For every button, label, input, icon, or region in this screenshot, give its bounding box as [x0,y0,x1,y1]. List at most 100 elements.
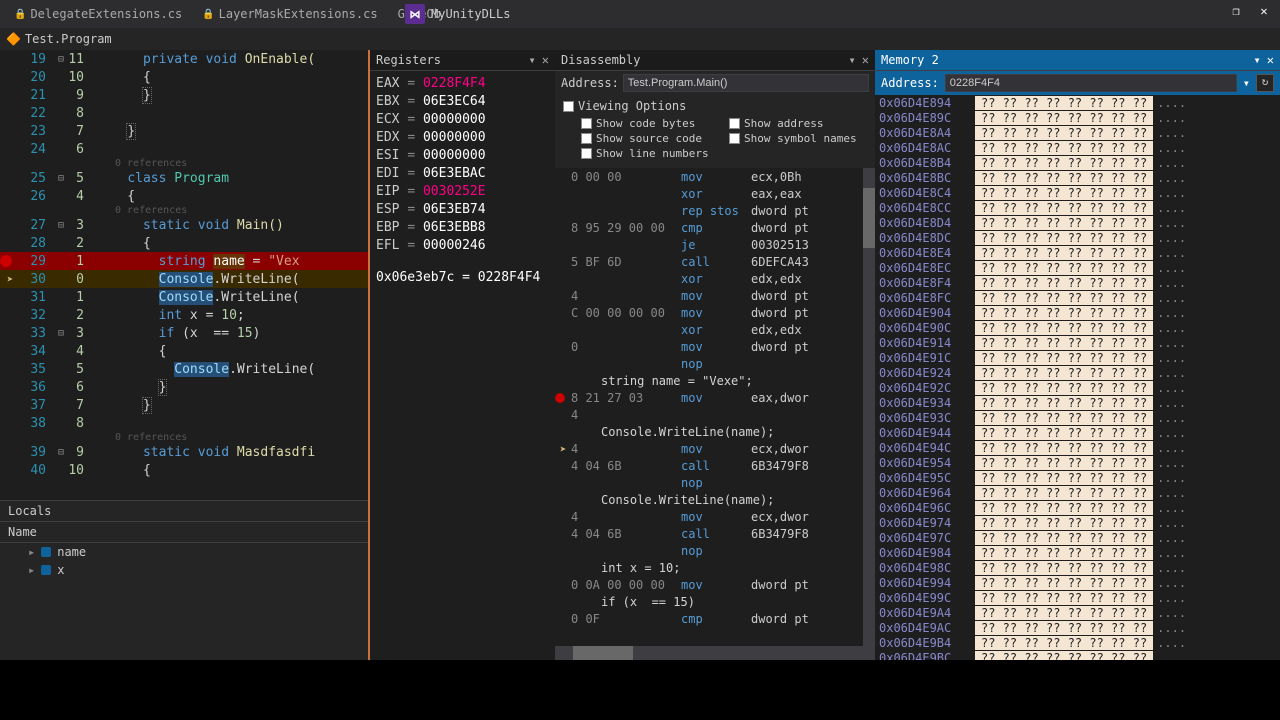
viewing-option-checkbox[interactable]: Show code bytes [581,117,719,130]
code-line[interactable]: 237 } [0,122,368,140]
document-tab[interactable]: 🔒LayerMaskExtensions.cs [192,3,387,25]
disasm-line[interactable]: 0 0A 00 00 00movdword pt [555,576,875,593]
memory-row[interactable]: 0x06D4E984?? ?? ?? ?? ?? ?? ?? ??.... [875,545,1280,560]
codelens-references[interactable]: 0 references [0,205,368,216]
code-line[interactable]: 311 Console.WriteLine( [0,288,368,306]
close-icon[interactable]: ✕ [1254,4,1274,18]
disasm-line[interactable]: nop [555,474,875,491]
code-line[interactable]: 4010 { [0,461,368,479]
disasm-line[interactable]: 8 21 27 03moveax,dwor [555,389,875,406]
code-line[interactable]: 388 [0,414,368,432]
disasm-line[interactable]: 0 0Fcmpdword pt [555,610,875,627]
code-line[interactable]: 27⊟3 static void Main() [0,216,368,234]
restore-icon[interactable]: ❐ [1226,4,1246,18]
disasm-line[interactable]: nop [555,542,875,559]
close-panel-icon[interactable]: ✕ [542,53,549,67]
memory-row[interactable]: 0x06D4E9B4?? ?? ?? ?? ?? ?? ?? ??.... [875,635,1280,650]
disasm-line[interactable]: xoreax,eax [555,185,875,202]
code-line[interactable]: 228 [0,104,368,122]
disasm-line[interactable]: 4movdword pt [555,287,875,304]
memory-row[interactable]: 0x06D4E89C?? ?? ?? ?? ?? ?? ?? ??.... [875,110,1280,125]
memory-body[interactable]: 0x06D4E894?? ?? ?? ?? ?? ?? ?? ??....0x0… [875,95,1280,660]
disasm-line[interactable]: 5 BF 6Dcall6DEFCA43 [555,253,875,270]
disasm-line[interactable]: rep stosdword pt [555,202,875,219]
viewing-option-checkbox[interactable]: Show address [729,117,867,130]
locals-column-name[interactable]: Name [0,522,368,543]
disasm-line[interactable]: string name = "Vexe"; [555,372,875,389]
memory-row[interactable]: 0x06D4E8EC?? ?? ?? ?? ?? ?? ?? ??.... [875,260,1280,275]
memory-row[interactable]: 0x06D4E8BC?? ?? ?? ?? ?? ?? ?? ??.... [875,170,1280,185]
codelens-references[interactable]: 0 references [0,432,368,443]
disasm-line[interactable]: Console.WriteLine(name); [555,491,875,508]
disasm-line[interactable]: int x = 10; [555,559,875,576]
memory-row[interactable]: 0x06D4E97C?? ?? ?? ?? ?? ?? ?? ??.... [875,530,1280,545]
locals-variable[interactable]: ▸x [0,561,368,579]
memory-row[interactable]: 0x06D4E964?? ?? ?? ?? ?? ?? ?? ??.... [875,485,1280,500]
code-line[interactable]: 377 } [0,396,368,414]
dropdown-icon[interactable]: ▾ [529,53,536,67]
memory-row[interactable]: 0x06D4E95C?? ?? ?? ?? ?? ?? ?? ??.... [875,470,1280,485]
horizontal-scrollbar[interactable] [555,646,875,660]
disasm-line[interactable]: je00302513 [555,236,875,253]
memory-row[interactable]: 0x06D4E8D4?? ?? ?? ?? ?? ?? ?? ??.... [875,215,1280,230]
code-line[interactable]: 264 { [0,187,368,205]
disasm-line[interactable]: if (x == 15) [555,593,875,610]
memory-row[interactable]: 0x06D4E954?? ?? ?? ?? ?? ?? ?? ??.... [875,455,1280,470]
breakpoint-icon[interactable] [555,393,565,403]
memory-row[interactable]: 0x06D4E8DC?? ?? ?? ?? ?? ?? ?? ??.... [875,230,1280,245]
dropdown-icon[interactable]: ▾ [849,53,856,67]
memory-row[interactable]: 0x06D4E8AC?? ?? ?? ?? ?? ?? ?? ??.... [875,140,1280,155]
memory-row[interactable]: 0x06D4E934?? ?? ?? ?? ?? ?? ?? ??.... [875,395,1280,410]
memory-row[interactable]: 0x06D4E974?? ?? ?? ?? ?? ?? ?? ??.... [875,515,1280,530]
refresh-button[interactable]: ↻ [1256,74,1274,92]
code-line[interactable]: 2010 { [0,68,368,86]
code-line[interactable]: 33⊟3 if (x == 15) [0,324,368,342]
close-panel-icon[interactable]: ✕ [1267,53,1274,67]
document-tab[interactable]: 🔒DelegateExtensions.cs [4,3,192,25]
memory-address-input[interactable] [945,74,1237,92]
code-editor[interactable]: 19⊟11 private void OnEnable(2010 {219 }2… [0,50,368,500]
disasm-line[interactable]: xoredx,edx [555,270,875,287]
viewing-option-checkbox[interactable]: Show source code [581,132,719,145]
memory-row[interactable]: 0x06D4E944?? ?? ?? ?? ?? ?? ?? ??.... [875,425,1280,440]
memory-row[interactable]: 0x06D4E8C4?? ?? ?? ?? ?? ?? ?? ??.... [875,185,1280,200]
memory-row[interactable]: 0x06D4E904?? ?? ?? ?? ?? ?? ?? ??.... [875,305,1280,320]
memory-row[interactable]: 0x06D4E8F4?? ?? ?? ?? ?? ?? ?? ??.... [875,275,1280,290]
disasm-line[interactable]: 0movdword pt [555,338,875,355]
memory-row[interactable]: 0x06D4E9BC?? ?? ?? ?? ?? ?? ?? ??.... [875,650,1280,660]
disassembly-body[interactable]: 0 00 00movecx,0Bhxoreax,eaxrep stosdword… [555,168,875,646]
code-line[interactable]: ➤300 Console.WriteLine( [0,270,368,288]
code-line[interactable]: 219 } [0,86,368,104]
code-line[interactable]: 246 [0,140,368,158]
memory-row[interactable]: 0x06D4E894?? ?? ?? ?? ?? ?? ?? ??.... [875,95,1280,110]
disasm-line[interactable]: Console.WriteLine(name); [555,423,875,440]
code-line[interactable]: 355 Console.WriteLine( [0,360,368,378]
code-line[interactable]: 322 int x = 10; [0,306,368,324]
breadcrumb[interactable]: Test.Program [25,32,112,46]
memory-row[interactable]: 0x06D4E8CC?? ?? ?? ?? ?? ?? ?? ??.... [875,200,1280,215]
code-line[interactable]: 25⊟5 class Program [0,169,368,187]
viewing-option-checkbox[interactable]: Show line numbers [581,147,719,160]
checkbox-icon[interactable] [563,101,574,112]
dropdown-icon[interactable]: ▾ [1254,53,1261,67]
code-line[interactable]: 282 { [0,234,368,252]
memory-row[interactable]: 0x06D4E9AC?? ?? ?? ?? ?? ?? ?? ??.... [875,620,1280,635]
viewing-option-checkbox[interactable]: Show symbol names [729,132,867,145]
disasm-line[interactable]: 4 04 6Bcall6B3479F8 [555,525,875,542]
disasm-address-input[interactable] [623,74,869,92]
memory-row[interactable]: 0x06D4E92C?? ?? ?? ?? ?? ?? ?? ??.... [875,380,1280,395]
memory-row[interactable]: 0x06D4E914?? ?? ?? ?? ?? ?? ?? ??.... [875,335,1280,350]
disasm-line[interactable]: 4 [555,406,875,423]
memory-row[interactable]: 0x06D4E8E4?? ?? ?? ?? ?? ?? ?? ??.... [875,245,1280,260]
code-line[interactable]: 39⊟9 static void Masdfasdfi [0,443,368,461]
memory-row[interactable]: 0x06D4E8FC?? ?? ?? ?? ?? ?? ?? ??.... [875,290,1280,305]
disasm-line[interactable]: C 00 00 00 00movdword pt [555,304,875,321]
memory-row[interactable]: 0x06D4E94C?? ?? ?? ?? ?? ?? ?? ??.... [875,440,1280,455]
memory-row[interactable]: 0x06D4E8A4?? ?? ?? ?? ?? ?? ?? ??.... [875,125,1280,140]
memory-row[interactable]: 0x06D4E90C?? ?? ?? ?? ?? ?? ?? ??.... [875,320,1280,335]
code-line[interactable]: 19⊟11 private void OnEnable( [0,50,368,68]
close-panel-icon[interactable]: ✕ [862,53,869,67]
memory-row[interactable]: 0x06D4E96C?? ?? ?? ?? ?? ?? ?? ??.... [875,500,1280,515]
breakpoint-icon[interactable] [0,255,12,267]
locals-variable[interactable]: ▸name [0,543,368,561]
